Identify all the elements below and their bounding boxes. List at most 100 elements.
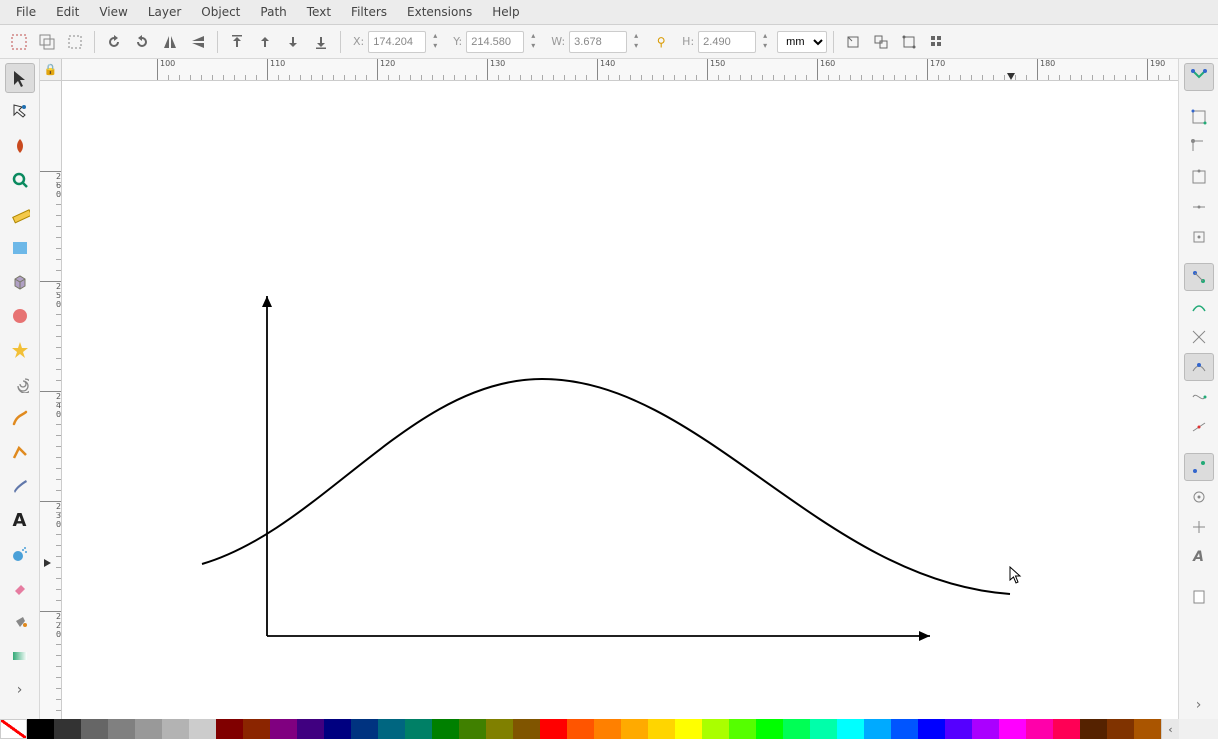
ruler-vertical[interactable]: 260250240230220210 [40, 81, 62, 719]
transform-corners-icon[interactable] [896, 29, 922, 55]
transform-move-icon[interactable] [840, 29, 866, 55]
rotate-cw-icon[interactable] [129, 29, 155, 55]
snap-smooth-icon[interactable] [1184, 383, 1214, 411]
snap-text-icon[interactable]: A [1184, 543, 1214, 571]
color-swatch[interactable] [486, 719, 513, 739]
x-spinner[interactable]: ▴▾ [429, 32, 441, 52]
color-swatch[interactable] [243, 719, 270, 739]
color-swatch[interactable] [1053, 719, 1080, 739]
flip-v-icon[interactable] [185, 29, 211, 55]
star-tool-icon[interactable] [5, 335, 35, 365]
text-tool-icon[interactable]: A [5, 505, 35, 535]
color-swatch[interactable] [216, 719, 243, 739]
snap-other-icon[interactable] [1184, 453, 1214, 481]
color-swatch[interactable] [540, 719, 567, 739]
menu-item[interactable]: Edit [46, 2, 89, 22]
color-swatch[interactable] [27, 719, 54, 739]
selector-tool-icon[interactable] [5, 63, 35, 93]
color-swatch[interactable] [729, 719, 756, 739]
flip-h-icon[interactable] [157, 29, 183, 55]
menu-item[interactable]: Extensions [397, 2, 482, 22]
eraser-tool-icon[interactable] [5, 573, 35, 603]
deselect-icon[interactable] [34, 29, 60, 55]
zoom-tool-icon[interactable] [5, 165, 35, 195]
ruler-lock-icon[interactable]: 🔒 [40, 59, 62, 81]
color-swatch[interactable] [567, 719, 594, 739]
color-swatch[interactable] [1026, 719, 1053, 739]
snap-cusp-icon[interactable] [1184, 353, 1214, 381]
raise-to-top-icon[interactable] [224, 29, 250, 55]
more-snap-icon[interactable]: › [1184, 691, 1214, 719]
bezier-tool-icon[interactable] [5, 437, 35, 467]
color-swatch[interactable] [378, 719, 405, 739]
ellipse-tool-icon[interactable] [5, 301, 35, 331]
snap-page-icon[interactable] [1184, 583, 1214, 611]
color-swatch[interactable] [594, 719, 621, 739]
snap-enable-icon[interactable] [1184, 63, 1214, 91]
3dbox-tool-icon[interactable] [5, 267, 35, 297]
color-swatch[interactable] [1107, 719, 1134, 739]
snap-rotation-icon[interactable] [1184, 513, 1214, 541]
color-swatch[interactable] [918, 719, 945, 739]
color-swatch[interactable] [891, 719, 918, 739]
color-swatch[interactable] [0, 719, 27, 739]
color-swatch[interactable] [270, 719, 297, 739]
color-swatch[interactable] [324, 719, 351, 739]
palette-scroll-icon[interactable]: ‹ [1161, 719, 1179, 739]
pencil-tool-icon[interactable] [5, 403, 35, 433]
color-swatch[interactable] [972, 719, 999, 739]
spray-tool-icon[interactable] [5, 539, 35, 569]
snap-bbox-center-icon[interactable] [1184, 223, 1214, 251]
menu-item[interactable]: Text [297, 2, 341, 22]
color-swatch[interactable] [810, 719, 837, 739]
gradient-tool-icon[interactable] [5, 641, 35, 671]
color-swatch[interactable] [702, 719, 729, 739]
toggle-selection-icon[interactable] [62, 29, 88, 55]
color-swatch[interactable] [999, 719, 1026, 739]
menu-item[interactable]: Object [191, 2, 250, 22]
color-swatch[interactable] [432, 719, 459, 739]
color-swatch[interactable] [648, 719, 675, 739]
menu-item[interactable]: File [6, 2, 46, 22]
bucket-tool-icon[interactable] [5, 607, 35, 637]
transform-scale-icon[interactable] [868, 29, 894, 55]
color-swatch[interactable] [162, 719, 189, 739]
color-swatch[interactable] [756, 719, 783, 739]
menu-item[interactable]: Path [250, 2, 296, 22]
unit-select[interactable]: mm [777, 31, 827, 53]
snap-path-icon[interactable] [1184, 293, 1214, 321]
canvas[interactable] [62, 81, 1178, 719]
snap-line-mid-icon[interactable] [1184, 413, 1214, 441]
rectangle-tool-icon[interactable] [5, 233, 35, 263]
color-swatch[interactable] [513, 719, 540, 739]
spiral-tool-icon[interactable] [5, 369, 35, 399]
menu-item[interactable]: Filters [341, 2, 397, 22]
menu-item[interactable]: Help [482, 2, 529, 22]
measure-tool-icon[interactable] [5, 199, 35, 229]
lower-to-bottom-icon[interactable] [308, 29, 334, 55]
color-swatch[interactable] [837, 719, 864, 739]
tweak-tool-icon[interactable] [5, 131, 35, 161]
snap-center-icon[interactable] [1184, 483, 1214, 511]
snap-bbox-icon[interactable] [1184, 103, 1214, 131]
x-field[interactable] [368, 31, 426, 53]
menu-item[interactable]: View [89, 2, 137, 22]
color-swatch[interactable] [297, 719, 324, 739]
transform-pattern-icon[interactable] [924, 29, 950, 55]
color-swatch[interactable] [189, 719, 216, 739]
calligraphy-tool-icon[interactable] [5, 471, 35, 501]
snap-nodes-icon[interactable] [1184, 263, 1214, 291]
y-field[interactable] [466, 31, 524, 53]
y-spinner[interactable]: ▴▾ [527, 32, 539, 52]
color-swatch[interactable] [864, 719, 891, 739]
snap-intersect-icon[interactable] [1184, 323, 1214, 351]
color-swatch[interactable] [459, 719, 486, 739]
color-swatch[interactable] [1080, 719, 1107, 739]
h-spinner[interactable]: ▴▾ [759, 32, 771, 52]
snap-bbox-edge-icon[interactable] [1184, 163, 1214, 191]
color-swatch[interactable] [405, 719, 432, 739]
raise-icon[interactable] [252, 29, 278, 55]
node-tool-icon[interactable] [5, 97, 35, 127]
color-swatch[interactable] [351, 719, 378, 739]
lower-icon[interactable] [280, 29, 306, 55]
